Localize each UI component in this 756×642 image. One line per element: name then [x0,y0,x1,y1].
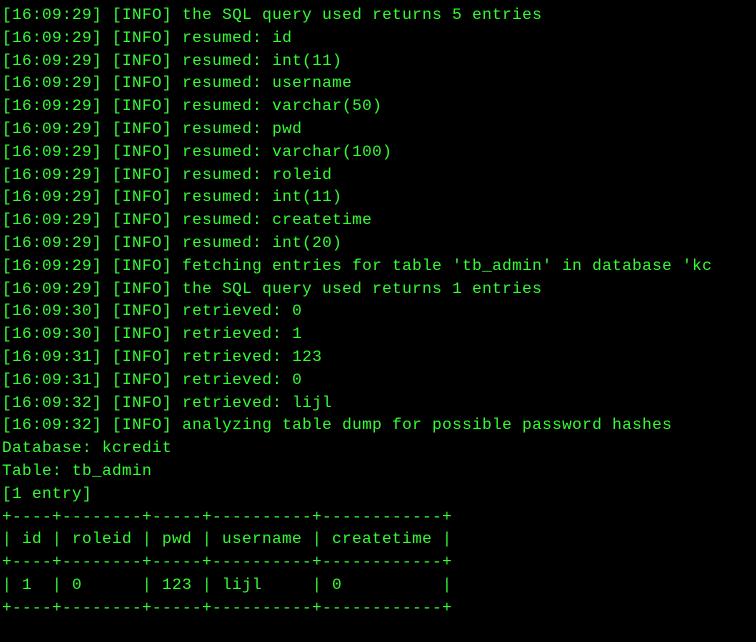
log-line: [16:09:29] [INFO] the SQL query used ret… [2,4,754,27]
log-timestamp: [16:09:29] [2,188,102,206]
log-message: the SQL query used returns 1 entries [182,280,542,298]
ascii-table-separator: +----+--------+-----+----------+--------… [2,506,754,529]
log-level: [INFO] [112,52,172,70]
log-line: [16:09:32] [INFO] retrieved: lijl [2,392,754,415]
log-message: retrieved: lijl [182,394,332,412]
log-line: [16:09:29] [INFO] resumed: pwd [2,118,754,141]
log-message: resumed: varchar(100) [182,143,392,161]
log-timestamp: [16:09:29] [2,234,102,252]
log-timestamp: [16:09:32] [2,394,102,412]
log-line: [16:09:31] [INFO] retrieved: 123 [2,346,754,369]
log-message: resumed: id [182,29,292,47]
log-message: fetching entries for table 'tb_admin' in… [182,257,712,275]
log-level: [INFO] [112,371,172,389]
log-line: [16:09:29] [INFO] resumed: int(20) [2,232,754,255]
log-level: [INFO] [112,416,172,434]
log-timestamp: [16:09:29] [2,52,102,70]
log-level: [INFO] [112,280,172,298]
log-timestamp: [16:09:30] [2,325,102,343]
log-line: [16:09:29] [INFO] resumed: username [2,72,754,95]
entry-count-line: [1 entry] [2,483,754,506]
log-timestamp: [16:09:29] [2,166,102,184]
log-timestamp: [16:09:29] [2,211,102,229]
log-line: [16:09:29] [INFO] resumed: varchar(100) [2,141,754,164]
log-timestamp: [16:09:32] [2,416,102,434]
log-level: [INFO] [112,348,172,366]
ascii-table-header: | id | roleid | pwd | username | createt… [2,528,754,551]
log-message: resumed: int(20) [182,234,342,252]
log-message: resumed: createtime [182,211,372,229]
log-timestamp: [16:09:31] [2,371,102,389]
log-timestamp: [16:09:29] [2,74,102,92]
log-level: [INFO] [112,166,172,184]
ascii-table-separator: +----+--------+-----+----------+--------… [2,551,754,574]
log-level: [INFO] [112,234,172,252]
log-line: [16:09:29] [INFO] resumed: roleid [2,164,754,187]
log-timestamp: [16:09:29] [2,97,102,115]
log-message: the SQL query used returns 5 entries [182,6,542,24]
log-timestamp: [16:09:29] [2,120,102,138]
log-line: [16:09:30] [INFO] retrieved: 1 [2,323,754,346]
ascii-table-separator: +----+--------+-----+----------+--------… [2,597,754,620]
log-line: [16:09:29] [INFO] resumed: int(11) [2,50,754,73]
log-timestamp: [16:09:29] [2,280,102,298]
log-line: [16:09:29] [INFO] resumed: createtime [2,209,754,232]
log-timestamp: [16:09:31] [2,348,102,366]
table-line: Table: tb_admin [2,460,754,483]
log-line: [16:09:29] [INFO] the SQL query used ret… [2,278,754,301]
ascii-table-row: | 1 | 0 | 123 | lijl | 0 | [2,574,754,597]
log-level: [INFO] [112,257,172,275]
log-line: [16:09:30] [INFO] retrieved: 0 [2,300,754,323]
log-level: [INFO] [112,143,172,161]
log-level: [INFO] [112,74,172,92]
log-level: [INFO] [112,211,172,229]
log-message: resumed: roleid [182,166,332,184]
log-line: [16:09:29] [INFO] resumed: id [2,27,754,50]
log-message: retrieved: 0 [182,371,302,389]
log-message: retrieved: 0 [182,302,302,320]
log-level: [INFO] [112,120,172,138]
log-level: [INFO] [112,394,172,412]
log-line: [16:09:32] [INFO] analyzing table dump f… [2,414,754,437]
log-level: [INFO] [112,302,172,320]
log-timestamp: [16:09:29] [2,143,102,161]
log-message: analyzing table dump for possible passwo… [182,416,672,434]
log-message: retrieved: 123 [182,348,322,366]
log-level: [INFO] [112,29,172,47]
log-level: [INFO] [112,97,172,115]
log-timestamp: [16:09:30] [2,302,102,320]
log-level: [INFO] [112,325,172,343]
log-line: [16:09:31] [INFO] retrieved: 0 [2,369,754,392]
log-message: resumed: username [182,74,352,92]
log-line: [16:09:29] [INFO] fetching entries for t… [2,255,754,278]
log-line: [16:09:29] [INFO] resumed: varchar(50) [2,95,754,118]
log-message: resumed: int(11) [182,188,342,206]
log-message: retrieved: 1 [182,325,302,343]
log-message: resumed: pwd [182,120,302,138]
log-timestamp: [16:09:29] [2,6,102,24]
log-level: [INFO] [112,188,172,206]
log-timestamp: [16:09:29] [2,257,102,275]
database-line: Database: kcredit [2,437,754,460]
log-message: resumed: varchar(50) [182,97,382,115]
terminal-output: [16:09:29] [INFO] the SQL query used ret… [0,0,756,624]
log-message: resumed: int(11) [182,52,342,70]
log-level: [INFO] [112,6,172,24]
log-timestamp: [16:09:29] [2,29,102,47]
log-line: [16:09:29] [INFO] resumed: int(11) [2,186,754,209]
